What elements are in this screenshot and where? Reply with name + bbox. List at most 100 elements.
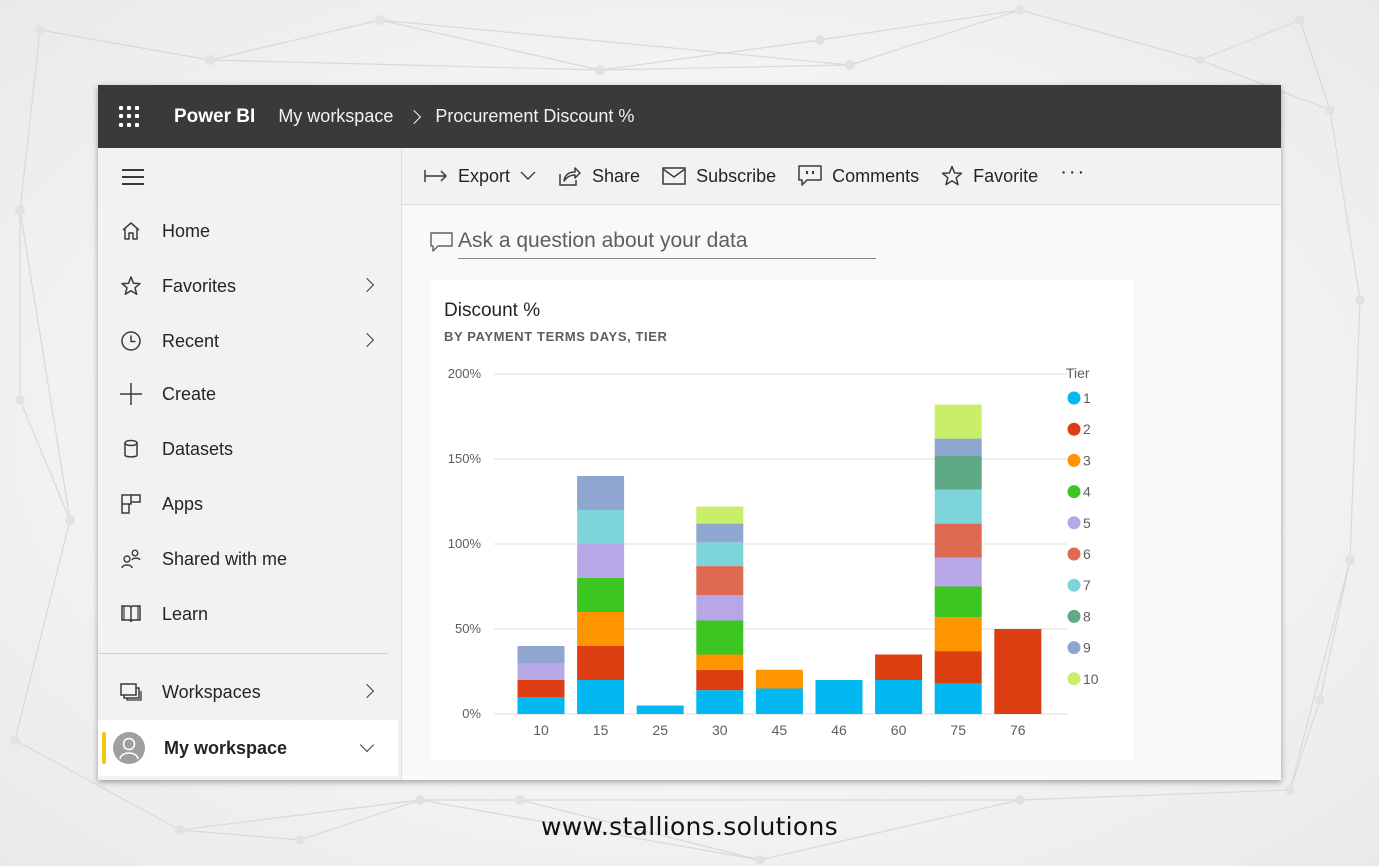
selected-indicator: [102, 732, 106, 764]
stacked-bar-chart: 0%50%100%150%200%10 15 25 30 45 46 60 75 76Tier1…: [448, 365, 1099, 738]
sidebar-item-shared-with-me[interactable]: Shared with me: [98, 537, 398, 581]
chart-card[interactable]: 0% 50% 100% 150% 200% 10 15 25 30 45 46 60 75 76 Tier 1…: [431, 280, 1133, 760]
qa-input[interactable]: [458, 223, 876, 259]
bar-segment-tier-10[interactable]: [696, 506, 744, 524]
bar-segment-tier-1[interactable]: [696, 690, 744, 714]
legend-label[interactable]: 1: [1083, 390, 1091, 406]
bar-segment-tier-10[interactable]: [934, 404, 982, 439]
legend-marker-tier-9[interactable]: [1067, 641, 1081, 655]
chevron-down-icon: [520, 171, 536, 180]
bar-segment-tier-3[interactable]: [934, 617, 982, 652]
bar-segment-tier-8[interactable]: [934, 455, 982, 490]
sidebar-item-apps[interactable]: Apps: [98, 482, 398, 526]
network-node: [815, 35, 825, 45]
bar-segment-tier-9[interactable]: [577, 476, 625, 510]
chevron-down-icon[interactable]: [359, 737, 375, 753]
network-node: [1015, 5, 1025, 15]
chevron-right-icon[interactable]: [359, 277, 375, 293]
bar-segment-tier-5[interactable]: [517, 663, 565, 680]
network-line: [1319, 559, 1351, 701]
network-line: [19, 29, 41, 211]
export-button[interactable]: Export: [424, 166, 536, 187]
hamburger-menu-icon[interactable]: [122, 169, 144, 185]
legend-label[interactable]: 6: [1083, 546, 1091, 562]
sidebar-item-my-workspace[interactable]: My workspace: [98, 720, 398, 776]
legend-marker-tier-5[interactable]: [1067, 516, 1081, 530]
bar-segment-tier-1[interactable]: [636, 705, 684, 715]
network-node: [1315, 695, 1325, 705]
bar-segment-tier-2[interactable]: [934, 651, 982, 684]
legend-label[interactable]: 9: [1083, 640, 1091, 656]
chevron-right-icon[interactable]: [359, 683, 375, 699]
bar-segment-tier-7[interactable]: [934, 489, 982, 524]
legend-marker-tier-10[interactable]: [1067, 672, 1081, 686]
app-launcher-icon[interactable]: [119, 105, 141, 128]
legend-label[interactable]: 2: [1083, 421, 1091, 437]
bar-segment-tier-1[interactable]: [755, 688, 803, 715]
brand-name[interactable]: Power BI: [174, 106, 255, 128]
subscribe-button[interactable]: Subscribe: [662, 166, 776, 187]
bar-segment-tier-1[interactable]: [577, 680, 625, 714]
legend-label[interactable]: 8: [1083, 608, 1091, 624]
workspaces-icon: [119, 680, 143, 704]
legend-marker-tier-6[interactable]: [1067, 547, 1081, 561]
bar-segment-tier-9[interactable]: [517, 646, 565, 663]
sidebar-item-recent[interactable]: Recent: [98, 319, 398, 363]
legend-marker-tier-3[interactable]: [1067, 453, 1081, 467]
sidebar-item-create[interactable]: Create: [98, 372, 398, 416]
sidebar-item-datasets[interactable]: Datasets: [98, 427, 398, 471]
bar-segment-tier-2[interactable]: [577, 646, 625, 680]
sidebar-item-workspaces[interactable]: Workspaces: [98, 670, 398, 714]
bar-segment-tier-3[interactable]: [696, 654, 744, 670]
legend-marker-tier-1[interactable]: [1067, 391, 1081, 405]
legend-marker-tier-2[interactable]: [1067, 422, 1081, 436]
favorite-button[interactable]: Favorite: [941, 165, 1038, 187]
bar-segment-tier-5[interactable]: [934, 557, 982, 587]
bar-segment-tier-6[interactable]: [696, 566, 744, 595]
sidebar-item-label: My workspace: [164, 737, 288, 758]
legend-label[interactable]: 4: [1083, 484, 1091, 500]
legend-label[interactable]: 5: [1083, 515, 1091, 531]
bar-segment-tier-9[interactable]: [934, 438, 982, 456]
bar-segment-tier-2[interactable]: [994, 629, 1042, 714]
legend-marker-tier-4[interactable]: [1067, 485, 1081, 499]
sidebar-item-home[interactable]: Home: [98, 209, 398, 253]
network-line: [1019, 789, 1291, 801]
network-line: [19, 399, 71, 521]
network-line: [599, 64, 851, 71]
more-options-button[interactable]: ···: [1060, 161, 1086, 184]
bar-segment-tier-1[interactable]: [517, 697, 565, 714]
bar-segment-tier-7[interactable]: [696, 542, 744, 567]
legend-label[interactable]: 7: [1083, 577, 1091, 593]
bar-segment-tier-2[interactable]: [696, 669, 744, 691]
comments-button[interactable]: Comments: [798, 165, 919, 187]
plus-icon: [119, 382, 143, 406]
bar-segment-tier-2[interactable]: [875, 654, 923, 681]
top-bar: Power BI My workspace Procurement Discou…: [98, 85, 1281, 148]
bar-segment-tier-6[interactable]: [934, 523, 982, 558]
bar-segment-tier-3[interactable]: [577, 612, 625, 646]
bar-segment-tier-5[interactable]: [696, 595, 744, 621]
bar-segment-tier-1[interactable]: [934, 683, 982, 714]
share-button[interactable]: Share: [558, 165, 640, 187]
bar-segment-tier-3[interactable]: [755, 669, 803, 689]
bar-segment-tier-4[interactable]: [696, 620, 744, 655]
people-icon: [119, 547, 143, 571]
legend-marker-tier-8[interactable]: [1067, 609, 1081, 623]
bar-segment-tier-7[interactable]: [577, 510, 625, 544]
legend-marker-tier-7[interactable]: [1067, 578, 1081, 592]
bar-segment-tier-1[interactable]: [815, 680, 863, 714]
chevron-right-icon[interactable]: [359, 332, 375, 348]
bar-segment-tier-1[interactable]: [875, 680, 923, 714]
sidebar-item-learn[interactable]: Learn: [98, 592, 398, 636]
breadcrumb-my-workspace[interactable]: My workspace: [278, 106, 393, 127]
legend-label[interactable]: 10: [1083, 671, 1099, 687]
x-tick-label: 60: [891, 722, 907, 738]
sidebar-item-favorites[interactable]: Favorites: [98, 264, 398, 308]
bar-segment-tier-9[interactable]: [696, 523, 744, 543]
bar-segment-tier-2[interactable]: [517, 680, 565, 697]
legend-label[interactable]: 3: [1083, 452, 1091, 468]
bar-segment-tier-4[interactable]: [934, 586, 982, 618]
bar-segment-tier-4[interactable]: [577, 578, 625, 612]
bar-segment-tier-5[interactable]: [577, 544, 625, 578]
